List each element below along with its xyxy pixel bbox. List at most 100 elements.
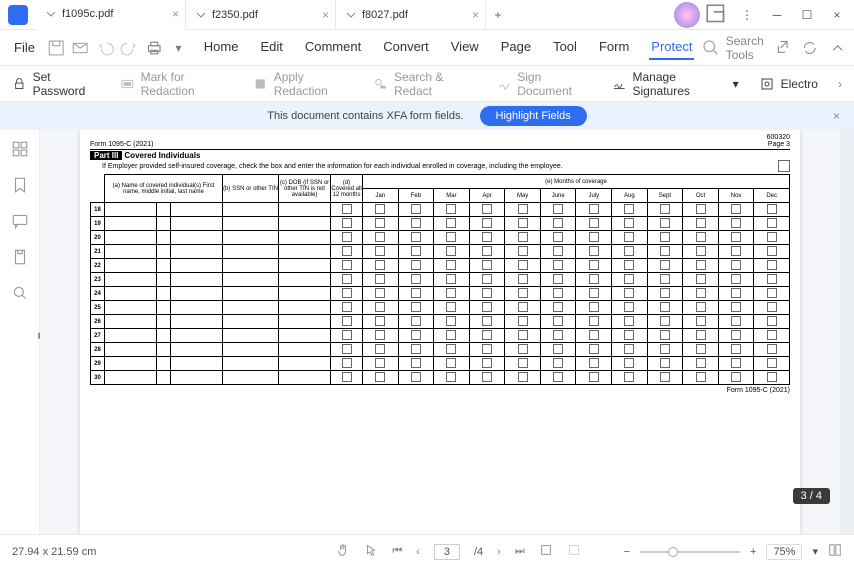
ssn-field[interactable]: [223, 273, 279, 287]
zoom-slider[interactable]: [640, 551, 740, 553]
month-checkbox[interactable]: [540, 273, 576, 287]
first-name-field[interactable]: [105, 231, 157, 245]
month-checkbox[interactable]: [469, 203, 505, 217]
last-name-field[interactable]: [171, 245, 223, 259]
month-checkbox[interactable]: [647, 301, 683, 315]
minimize-button[interactable]: ─: [764, 2, 790, 28]
month-checkbox[interactable]: [434, 231, 470, 245]
month-checkbox[interactable]: [505, 343, 541, 357]
mi-field[interactable]: [157, 217, 171, 231]
month-checkbox[interactable]: [469, 245, 505, 259]
month-checkbox[interactable]: [754, 329, 790, 343]
month-checkbox[interactable]: [505, 273, 541, 287]
month-checkbox[interactable]: [469, 231, 505, 245]
search-tools[interactable]: Search Tools: [700, 34, 763, 62]
month-checkbox[interactable]: [469, 287, 505, 301]
month-checkbox[interactable]: [469, 315, 505, 329]
month-checkbox[interactable]: [612, 245, 648, 259]
month-checkbox[interactable]: [754, 273, 790, 287]
sign-document-button[interactable]: Sign Document: [497, 70, 592, 98]
month-checkbox[interactable]: [469, 259, 505, 273]
month-checkbox[interactable]: [683, 259, 719, 273]
mark-redaction-button[interactable]: Mark for Redaction: [120, 70, 233, 98]
month-checkbox[interactable]: [718, 203, 754, 217]
select-tool-icon[interactable]: [364, 543, 378, 560]
mi-field[interactable]: [157, 343, 171, 357]
month-checkbox[interactable]: [540, 259, 576, 273]
save-icon[interactable]: [47, 36, 65, 60]
month-checkbox[interactable]: [576, 287, 612, 301]
month-checkbox[interactable]: [469, 273, 505, 287]
month-checkbox[interactable]: [576, 259, 612, 273]
next-page-button[interactable]: ›: [497, 546, 501, 558]
first-name-field[interactable]: [105, 315, 157, 329]
electronic-sign-button[interactable]: Electro: [759, 76, 818, 92]
last-name-field[interactable]: [171, 329, 223, 343]
ssn-field[interactable]: [223, 231, 279, 245]
month-checkbox[interactable]: [540, 231, 576, 245]
chevron-right-icon[interactable]: ›: [838, 77, 842, 91]
redo-icon[interactable]: [120, 36, 138, 60]
sync-icon[interactable]: [801, 36, 818, 60]
month-checkbox[interactable]: [718, 371, 754, 385]
ssn-field[interactable]: [223, 301, 279, 315]
zoom-out-button[interactable]: −: [624, 546, 630, 558]
covered-all-checkbox[interactable]: [331, 343, 363, 357]
menu-comment[interactable]: Comment: [303, 35, 363, 60]
prev-page-button[interactable]: ‹: [416, 546, 420, 558]
first-name-field[interactable]: [105, 371, 157, 385]
zoom-dropdown-icon[interactable]: ▾: [812, 545, 818, 558]
month-checkbox[interactable]: [398, 259, 434, 273]
month-checkbox[interactable]: [540, 343, 576, 357]
covered-all-checkbox[interactable]: [331, 357, 363, 371]
menu-view[interactable]: View: [449, 35, 481, 60]
month-checkbox[interactable]: [647, 287, 683, 301]
hand-tool-icon[interactable]: [336, 543, 350, 560]
mi-field[interactable]: [157, 245, 171, 259]
covered-all-checkbox[interactable]: [331, 203, 363, 217]
month-checkbox[interactable]: [469, 329, 505, 343]
ssn-field[interactable]: [223, 329, 279, 343]
covered-all-checkbox[interactable]: [331, 231, 363, 245]
first-name-field[interactable]: [105, 217, 157, 231]
ai-icon[interactable]: [674, 2, 700, 28]
external-icon[interactable]: [704, 2, 730, 28]
month-checkbox[interactable]: [469, 371, 505, 385]
month-checkbox[interactable]: [398, 315, 434, 329]
month-checkbox[interactable]: [540, 329, 576, 343]
month-checkbox[interactable]: [754, 301, 790, 315]
last-name-field[interactable]: [171, 287, 223, 301]
menu-convert[interactable]: Convert: [381, 35, 431, 60]
month-checkbox[interactable]: [647, 259, 683, 273]
month-checkbox[interactable]: [718, 343, 754, 357]
month-checkbox[interactable]: [647, 217, 683, 231]
month-checkbox[interactable]: [540, 357, 576, 371]
attachment-icon[interactable]: [11, 248, 29, 266]
first-name-field[interactable]: [105, 245, 157, 259]
month-checkbox[interactable]: [754, 315, 790, 329]
month-checkbox[interactable]: [540, 371, 576, 385]
month-checkbox[interactable]: [683, 371, 719, 385]
month-checkbox[interactable]: [647, 315, 683, 329]
dob-field[interactable]: [279, 343, 331, 357]
dob-field[interactable]: [279, 301, 331, 315]
month-checkbox[interactable]: [434, 273, 470, 287]
month-checkbox[interactable]: [363, 315, 399, 329]
month-checkbox[interactable]: [576, 301, 612, 315]
dob-field[interactable]: [279, 231, 331, 245]
covered-all-checkbox[interactable]: [331, 287, 363, 301]
month-checkbox[interactable]: [398, 301, 434, 315]
month-checkbox[interactable]: [576, 371, 612, 385]
dob-field[interactable]: [279, 315, 331, 329]
month-checkbox[interactable]: [612, 315, 648, 329]
fit-page-icon[interactable]: [539, 543, 553, 560]
month-checkbox[interactable]: [363, 259, 399, 273]
month-checkbox[interactable]: [363, 273, 399, 287]
month-checkbox[interactable]: [754, 357, 790, 371]
month-checkbox[interactable]: [754, 217, 790, 231]
ssn-field[interactable]: [223, 315, 279, 329]
print-icon[interactable]: [145, 36, 163, 60]
month-checkbox[interactable]: [612, 217, 648, 231]
set-password-button[interactable]: Set Password: [12, 70, 100, 98]
first-name-field[interactable]: [105, 259, 157, 273]
